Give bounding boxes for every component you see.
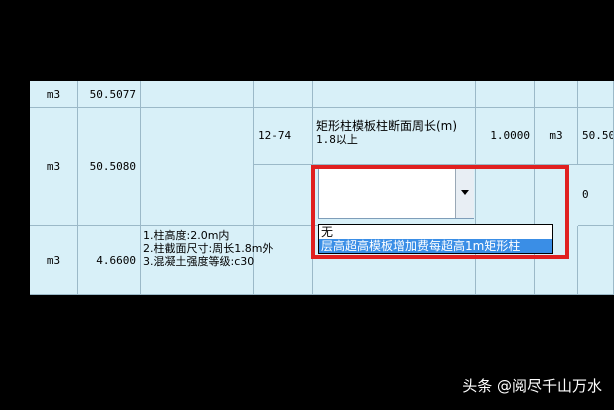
cell-code-row1[interactable] bbox=[254, 81, 313, 108]
cell-val-row3[interactable] bbox=[578, 226, 614, 295]
cell-qty-row1[interactable]: 50.5077 bbox=[78, 81, 141, 108]
cell-unit-row1[interactable]: m3 bbox=[30, 81, 78, 108]
cell-code-row2[interactable]: 12-74 bbox=[254, 108, 313, 165]
cell-unit-row2[interactable]: m3 bbox=[30, 108, 78, 226]
item-name-line1: 矩形柱模板柱断面周长(m) bbox=[316, 119, 458, 133]
cell-qty-row3[interactable]: 4.6600 bbox=[78, 226, 141, 295]
cell-qty-row2[interactable]: 50.5080 bbox=[78, 108, 141, 226]
highlight-annotation-box bbox=[311, 165, 569, 259]
feature-line-2: 2.柱截面尺寸:周长1.8m外 bbox=[143, 242, 274, 255]
cell-coef-row2[interactable]: 1.0000 bbox=[476, 108, 535, 165]
cell-val-row2[interactable]: 50.50 bbox=[578, 108, 614, 165]
cell-feature-row1[interactable] bbox=[141, 81, 254, 108]
cell-name-row1[interactable] bbox=[313, 81, 476, 108]
cell-extra-row2[interactable]: 0 bbox=[578, 165, 614, 226]
feature-line-1: 1.柱高度:2.0m内 bbox=[143, 229, 230, 242]
item-features-text: 1.柱高度:2.0m内 2.柱截面尺寸:周长1.8m外 3.混凝土强度等级:c3… bbox=[143, 229, 283, 268]
cell-code-row2b[interactable] bbox=[254, 165, 313, 226]
watermark-text: 头条 @阅尽千山万水 bbox=[462, 377, 602, 395]
feature-line-3: 3.混凝土强度等级:c30 bbox=[143, 255, 255, 268]
item-name-text: 矩形柱模板柱断面周长(m) 1.8以上 bbox=[316, 119, 476, 147]
cell-unit2-row2[interactable]: m3 bbox=[535, 108, 578, 165]
item-name-line2: 1.8以上 bbox=[316, 133, 358, 146]
cell-val-row1[interactable] bbox=[578, 81, 614, 108]
cell-unit-row3[interactable]: m3 bbox=[30, 226, 78, 295]
cell-feature-row2[interactable] bbox=[141, 108, 254, 226]
cell-coef-row1[interactable] bbox=[476, 81, 535, 108]
cell-unit2-row1[interactable] bbox=[535, 81, 578, 108]
